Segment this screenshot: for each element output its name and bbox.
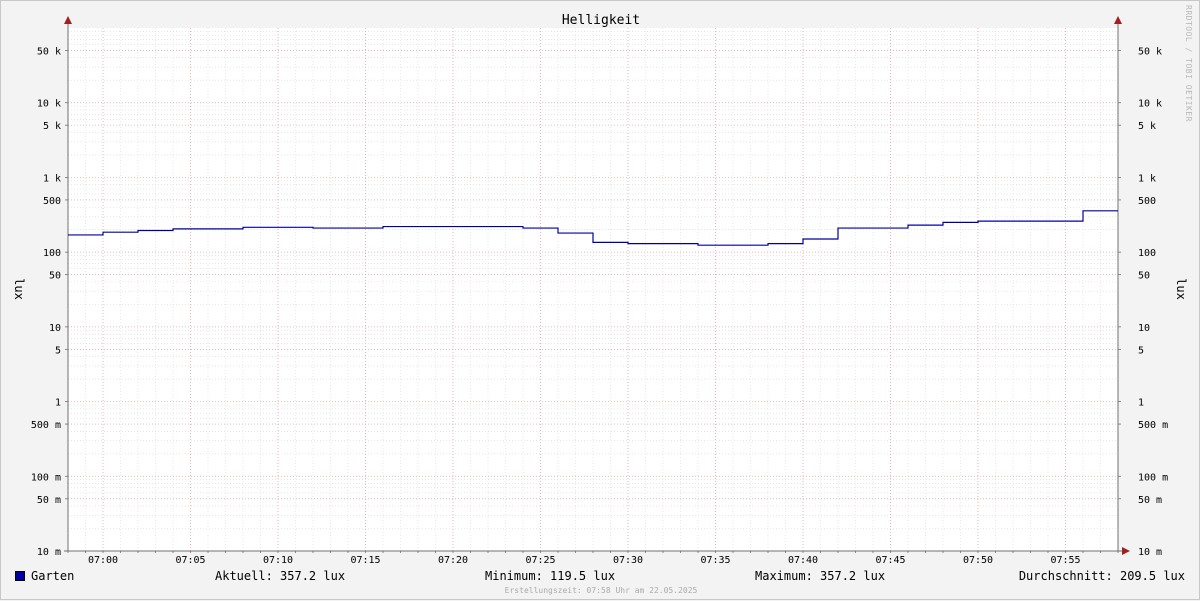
y-tick-label-right: 5 k (1138, 121, 1156, 132)
y-tick-label-right: 10 m (1138, 547, 1162, 558)
y-tick-label-left: 50 m (37, 495, 61, 506)
chart-title: Helligkeit (562, 13, 640, 28)
grid (67, 28, 1119, 552)
y-axis-label-right: lux (1174, 278, 1188, 300)
y-tick-label-right: 500 (1138, 196, 1156, 207)
y-tick-label-right: 500 m (1138, 420, 1168, 431)
y-tick-label-right: 50 k (1138, 46, 1162, 57)
chart-frame: 07:00 07:05 07:10 07:15 07:20 07:25 07:30 07:35… (0, 0, 1200, 600)
y-tick-label-left: 10 (49, 323, 61, 334)
watermark: RRDTOOL / TOBI OETIKER (1184, 5, 1193, 122)
y-tick-label-right: 1 k (1138, 173, 1156, 184)
chart: 07:00 07:05 07:10 07:15 07:20 07:25 07:30 07:35… (12, 13, 1188, 566)
legend-series-name: Garten (31, 569, 75, 583)
legend-minimum: Minimum: 119.5 lux (485, 569, 616, 583)
y-tick-label-right: 50 m (1138, 495, 1162, 506)
y-tick-label-left: 5 k (43, 121, 61, 132)
y-tick-label-right: 100 m (1138, 472, 1168, 483)
y-tick-label-left: 10 m (37, 547, 61, 558)
y-tick-label-left: 10 k (37, 99, 61, 110)
x-tick-label: 07:10 (263, 555, 293, 566)
y-tick-label-right: 100 (1138, 248, 1156, 259)
y-tick-label-right: 10 (1138, 323, 1150, 334)
legend-swatch-garten (15, 571, 25, 581)
y-tick-label-left: 500 m (31, 420, 61, 431)
y-tick-label-left: 1 k (43, 173, 61, 184)
legend-current: Aktuell: 357.2 lux (215, 569, 346, 583)
x-tick-label: 07:50 (963, 555, 993, 566)
x-tick-label: 07:40 (788, 555, 818, 566)
y-axis-label-left: lux (12, 278, 26, 300)
y-tick-label-right: 10 k (1138, 99, 1162, 110)
x-tick-label: 07:15 (350, 555, 380, 566)
y-tick-label-left: 50 k (37, 46, 61, 57)
x-tick-label: 07:25 (525, 555, 555, 566)
x-tick-label: 07:00 (88, 555, 118, 566)
x-tick-label: 07:55 (1050, 555, 1080, 566)
legend: Garten Aktuell: 357.2 lux Minimum: 119.5… (15, 569, 1185, 585)
y-tick-label-left: 500 (43, 196, 61, 207)
x-tick-label: 07:35 (700, 555, 730, 566)
legend-average: Durchschnitt: 209.5 lux (1018, 569, 1185, 583)
y-tick-label-left: 100 m (31, 472, 61, 483)
creation-time: Erstellungszeit: 07:58 Uhr am 22.05.2025 (504, 586, 698, 595)
x-tick-label: 07:20 (438, 555, 468, 566)
x-tick-label: 07:45 (875, 555, 905, 566)
y-tick-label-right: 50 (1138, 271, 1150, 282)
y-tick-label-right: 5 (1138, 345, 1144, 356)
x-tick-label: 07:30 (613, 555, 643, 566)
y-tick-label-right: 1 (1138, 398, 1144, 409)
y-tick-label-left: 100 (43, 248, 61, 259)
x-tick-label: 07:05 (175, 555, 205, 566)
y-tick-label-left: 50 (49, 271, 61, 282)
y-tick-label-left: 1 (55, 398, 61, 409)
y-tick-label-left: 5 (55, 345, 61, 356)
legend-maximum: Maximum: 357.2 lux (755, 569, 886, 583)
